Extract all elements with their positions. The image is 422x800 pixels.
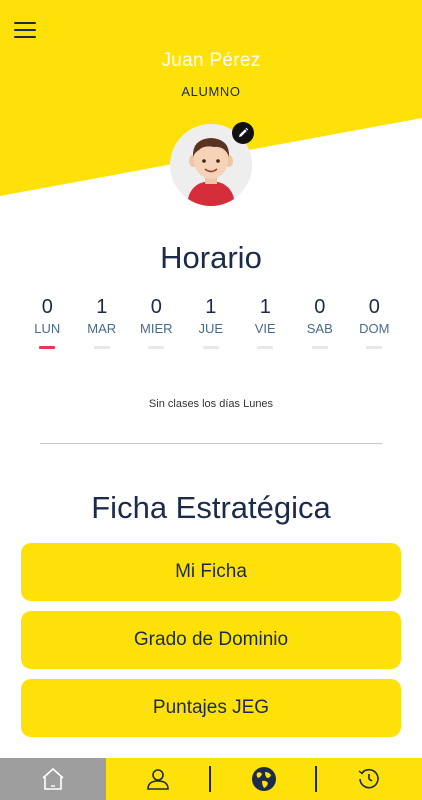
day-vie[interactable]: 1 VIE	[238, 295, 293, 349]
nav-profile[interactable]	[106, 758, 211, 800]
day-label: LUN	[34, 321, 61, 336]
day-indicator	[366, 346, 383, 349]
edit-avatar-button[interactable]	[232, 122, 254, 144]
day-label: VIE	[254, 321, 276, 336]
user-name: Juan Pérez	[161, 50, 261, 71]
horario-title: Horario	[160, 240, 262, 275]
day-indicator	[311, 346, 328, 349]
day-indicator	[148, 346, 165, 349]
day-label: MAR	[87, 321, 117, 336]
user-icon	[147, 769, 170, 790]
grado-de-dominio-button[interactable]: Grado de Dominio	[21, 611, 401, 669]
nav-home[interactable]	[0, 758, 106, 800]
history-clock-icon	[358, 768, 380, 789]
day-lun[interactable]: 0 LUN	[20, 295, 75, 349]
day-dom[interactable]: 0 DOM	[347, 295, 402, 349]
nav-history[interactable]	[317, 758, 422, 800]
pencil-icon	[239, 127, 249, 137]
avatar-container	[170, 122, 254, 206]
day-label: JUE	[198, 321, 224, 336]
day-sab[interactable]: 0 SAB	[293, 295, 348, 349]
day-mar[interactable]: 1 MAR	[75, 295, 130, 349]
weekday-selector: 0 LUN 1 MAR 0 MIER 1 JUE 1 VIE 0 SAB 0 D…	[20, 295, 402, 349]
schedule-message: Sin clases los días Lunes	[148, 398, 274, 410]
day-indicator	[257, 346, 274, 349]
bottom-navigation	[0, 758, 422, 800]
day-mier[interactable]: 0 MIER	[129, 295, 184, 349]
day-indicator	[39, 346, 56, 349]
user-role: ALUMNO	[181, 84, 241, 99]
day-jue[interactable]: 1 JUE	[184, 295, 239, 349]
day-count: 1	[205, 296, 217, 318]
divider	[40, 443, 382, 444]
day-label: MIER	[140, 321, 173, 336]
nav-globe[interactable]	[211, 758, 317, 800]
day-indicator	[202, 346, 219, 349]
puntajes-jeg-button[interactable]: Puntajes JEG	[21, 679, 401, 737]
day-count: 0	[368, 296, 380, 318]
day-count: 0	[150, 296, 162, 318]
day-indicator	[93, 346, 110, 349]
globe-icon	[251, 767, 276, 791]
day-label: DOM	[359, 321, 390, 336]
day-count: 1	[96, 296, 108, 318]
mi-ficha-button[interactable]: Mi Ficha	[21, 543, 401, 601]
day-count: 0	[41, 296, 53, 318]
ficha-title: Ficha Estratégica	[91, 490, 331, 525]
hamburger-menu-icon[interactable]	[14, 22, 36, 40]
home-icon	[42, 767, 64, 790]
day-count: 1	[259, 296, 271, 318]
day-count: 0	[314, 296, 326, 318]
day-label: SAB	[306, 321, 333, 336]
